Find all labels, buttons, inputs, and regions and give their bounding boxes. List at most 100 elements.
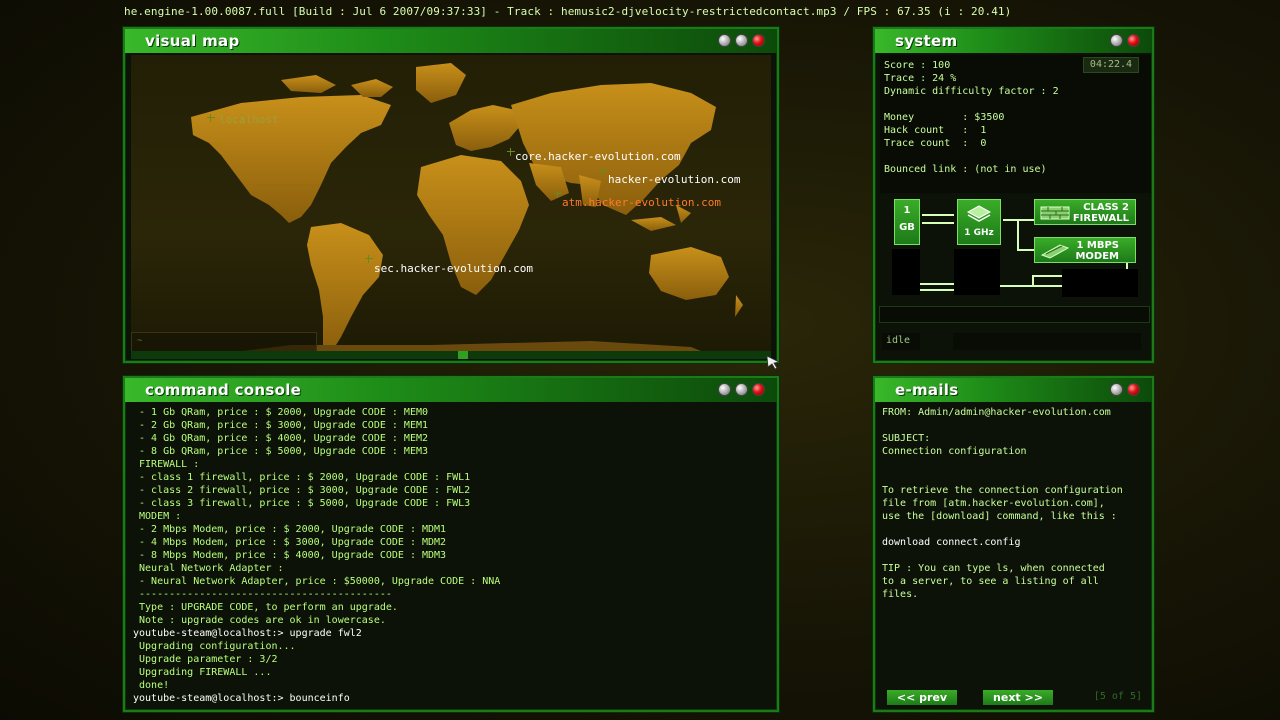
console-output-line: - 2 Gb QRam, price : $ 3000, Upgrade COD… xyxy=(133,420,429,431)
console-output-line: - class 1 firewall, price : $ 2000, Upgr… xyxy=(133,472,471,483)
email-line: TIP : You can type ls, when connected xyxy=(882,563,1105,574)
console-output-line: - 8 Gb QRam, price : $ 5000, Upgrade COD… xyxy=(133,446,429,457)
continent-australia xyxy=(649,247,729,300)
memory-size: 1 xyxy=(903,205,911,216)
command-console-panel: command console - 1 Gb QRam, price : $ 2… xyxy=(123,376,779,712)
email-line: use the [download] command, like this : xyxy=(882,511,1117,522)
console-output-line: - class 2 firewall, price : $ 3000, Upgr… xyxy=(133,485,471,496)
world-map[interactable]: localhost core.hacker-evolution.com hack… xyxy=(131,55,771,355)
memory-slot xyxy=(892,249,920,295)
host-marker[interactable] xyxy=(507,148,515,156)
host-label-localhost[interactable]: localhost xyxy=(219,113,279,126)
email-line xyxy=(882,419,1147,432)
visual-map-window-buttons xyxy=(718,34,765,47)
console-output[interactable]: - 1 Gb QRam, price : $ 2000, Upgrade COD… xyxy=(133,406,769,706)
map-coordinates-label: ~ xyxy=(137,336,143,346)
minimize-icon[interactable] xyxy=(1110,383,1123,396)
system-stat-line xyxy=(884,150,1147,163)
close-icon[interactable] xyxy=(1127,34,1140,47)
host-label-sec[interactable]: sec.hacker-evolution.com xyxy=(374,262,533,275)
system-window-buttons xyxy=(1110,34,1140,47)
console-output-line: - 8 Mbps Modem, price : $ 4000, Upgrade … xyxy=(133,550,447,561)
console-output-line: FIREWALL : xyxy=(133,459,200,470)
memory-upgrade-tile[interactable]: 1 GB xyxy=(894,199,920,245)
email-line: FROM: Admin/admin@hacker-evolution.com xyxy=(882,407,1111,418)
mouse-cursor-icon xyxy=(766,355,781,370)
command-console-titlebar[interactable]: command console xyxy=(125,378,777,402)
email-line: file from [atm.hacker-evolution.com], xyxy=(882,498,1105,509)
system-stat-line: Trace : 24 % xyxy=(884,73,957,84)
modem-upgrade-tile[interactable]: 1 MBPS MODEM xyxy=(1034,237,1136,263)
continent-south-america xyxy=(307,223,383,353)
console-output-line: done! xyxy=(133,680,170,691)
visual-map-title: visual map xyxy=(145,32,240,50)
emails-titlebar[interactable]: e-mails xyxy=(875,378,1152,402)
close-icon[interactable] xyxy=(752,34,765,47)
next-email-button[interactable]: next >> xyxy=(983,690,1053,705)
connection-line xyxy=(922,222,954,224)
status-bar: he.engine-1.00.0087.full [Build : Jul 6 … xyxy=(124,5,1012,18)
memory-unit: GB xyxy=(899,222,915,233)
connection-line xyxy=(1126,263,1128,269)
email-line: To retrieve the connection configuration xyxy=(882,485,1123,496)
console-output-line: Upgrade parameter : 3/2 xyxy=(133,654,278,665)
email-line xyxy=(882,549,1147,562)
system-stat-line: Hack count : 1 xyxy=(884,125,987,136)
system-stat-line xyxy=(884,98,1147,111)
minimize-icon[interactable] xyxy=(718,34,731,47)
map-scroll-thumb[interactable] xyxy=(458,351,468,359)
visual-map-titlebar[interactable]: visual map xyxy=(125,29,777,53)
connection-line xyxy=(920,283,954,285)
email-line: SUBJECT: xyxy=(882,433,931,444)
connection-line xyxy=(920,289,954,291)
continent-europe xyxy=(449,105,521,151)
connection-line xyxy=(1017,219,1019,251)
system-titlebar[interactable]: system xyxy=(875,29,1152,53)
email-line: to a server, to see a listing of all xyxy=(882,576,1099,587)
maximize-icon[interactable] xyxy=(735,34,748,47)
system-stats: Score : 100 Trace : 24 % Dynamic difficult… xyxy=(880,55,1151,193)
console-output-line: Upgrading FIREWALL ... xyxy=(133,667,272,678)
console-prompt-line: youtube-steam@localhost:> bounceinfo xyxy=(133,693,350,704)
console-output-line: Upgrading configuration... xyxy=(133,641,296,652)
console-output-line: Note : upgrade codes are ok in lowercase… xyxy=(133,615,386,626)
modem-slot xyxy=(1062,269,1138,297)
host-marker[interactable] xyxy=(599,167,607,175)
prev-email-button[interactable]: << prev xyxy=(887,690,957,705)
console-output-line: - 1 Gb QRam, price : $ 2000, Upgrade COD… xyxy=(133,407,429,418)
host-label-main[interactable]: hacker-evolution.com xyxy=(608,173,740,186)
hardware-diagram: 1 GB 1 GHz CLASS 2 FIREWALL 1 MBPS MODEM xyxy=(880,197,1151,303)
cpu-speed: 1 GHz xyxy=(964,228,994,238)
connection-line xyxy=(1000,285,1062,287)
console-output-line: Type : UPGRADE CODE, to perform an upgra… xyxy=(133,602,398,613)
cpu-slot xyxy=(954,249,1000,295)
host-marker[interactable] xyxy=(365,255,373,263)
map-scrollbar[interactable] xyxy=(131,351,771,359)
host-label-core[interactable]: core.hacker-evolution.com xyxy=(515,150,681,163)
maximize-icon[interactable] xyxy=(735,383,748,396)
cpu-upgrade-tile[interactable]: 1 GHz xyxy=(957,199,1001,245)
email-content[interactable]: FROM: Admin/admin@hacker-evolution.com SU… xyxy=(882,406,1147,688)
emails-window-buttons xyxy=(1110,383,1140,396)
system-panel: system Score : 100 Trace : 24 % Dynamic di… xyxy=(873,27,1154,363)
console-output-line: - Neural Network Adapter, price : $50000… xyxy=(133,576,501,587)
host-label-atm[interactable]: atm.hacker-evolution.com xyxy=(562,196,721,209)
console-output-line: Neural Network Adapter : xyxy=(133,563,284,574)
email-line: files. xyxy=(882,589,919,600)
minimize-icon[interactable] xyxy=(718,383,731,396)
connection-line xyxy=(1032,275,1062,277)
close-icon[interactable] xyxy=(752,383,765,396)
close-icon[interactable] xyxy=(1127,383,1140,396)
firewall-icon xyxy=(1040,206,1070,220)
system-status-bar xyxy=(953,333,1141,350)
command-console-title: command console xyxy=(145,381,302,399)
host-marker[interactable] xyxy=(207,114,215,122)
visual-map-panel: visual map localhost core.hacker-evoluti… xyxy=(123,27,781,370)
minimize-icon[interactable] xyxy=(1110,34,1123,47)
email-line: Connection configuration xyxy=(882,446,1027,457)
host-marker[interactable] xyxy=(554,190,562,198)
email-line xyxy=(882,458,1147,471)
connection-line xyxy=(922,214,954,216)
system-stat-line: Bounced link : (not in use) xyxy=(884,164,1047,175)
firewall-upgrade-tile[interactable]: CLASS 2 FIREWALL xyxy=(1034,199,1136,225)
